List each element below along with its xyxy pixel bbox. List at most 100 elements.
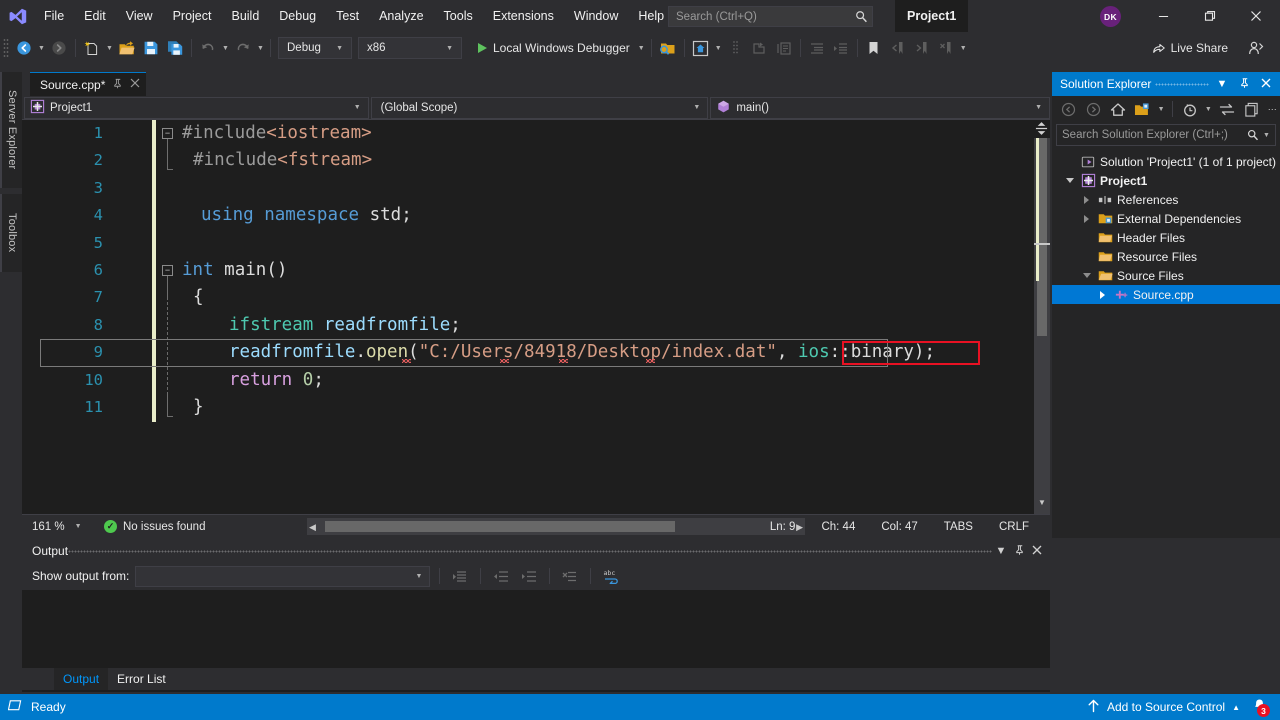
chevron-up-icon[interactable]: ▲ <box>1232 703 1240 712</box>
find-in-files-button[interactable] <box>656 36 680 60</box>
drag-grip[interactable] <box>68 540 992 562</box>
minimize-button[interactable] <box>1141 0 1186 32</box>
new-project-button[interactable] <box>80 36 104 60</box>
tree-node-header-files[interactable]: Header Files <box>1052 228 1280 247</box>
tree-node-references[interactable]: References <box>1052 190 1280 209</box>
menu-edit[interactable]: Edit <box>74 0 116 32</box>
toggle-bookmark-button[interactable] <box>862 36 886 60</box>
tree-node-resource-files[interactable]: Resource Files <box>1052 247 1280 266</box>
toolbar-overflow-icon[interactable]: ⋯ <box>1264 98 1280 120</box>
toolbar-options-icon[interactable]: ▼ <box>958 45 969 52</box>
pin-icon[interactable] <box>112 78 123 92</box>
toggle-word-wrap-button[interactable]: abc <box>600 565 622 587</box>
nav-scope-combo[interactable]: (Global Scope) ▼ <box>370 96 709 119</box>
vertical-scrollbar[interactable]: ▲ ▼ <box>1034 120 1050 514</box>
previous-message-button[interactable] <box>490 565 512 587</box>
indent-button[interactable] <box>805 36 829 60</box>
avatar[interactable]: DK <box>1100 6 1121 27</box>
add-to-source-control-button[interactable]: Add to Source Control ▲ <box>1087 699 1240 716</box>
scroll-down-arrow[interactable]: ▼ <box>1036 498 1048 510</box>
back-button[interactable] <box>1057 98 1081 120</box>
panel-menu-icon[interactable]: ▼ <box>1213 78 1231 90</box>
solution-explorer-dropdown-icon[interactable]: ▼ <box>713 45 724 52</box>
pin-icon[interactable] <box>1010 544 1028 559</box>
navigate-forward-button[interactable] <box>47 36 71 60</box>
menu-extensions[interactable]: Extensions <box>483 0 564 32</box>
show-all-files-dropdown-icon[interactable]: ▼ <box>1202 98 1214 120</box>
undo-button[interactable] <box>196 36 220 60</box>
feedback-button[interactable] <box>1244 36 1268 60</box>
vtab-server-explorer[interactable]: Server Explorer <box>0 72 22 188</box>
drag-grip[interactable] <box>1155 72 1209 96</box>
forward-button[interactable] <box>1082 98 1106 120</box>
navigate-to-definition-button[interactable] <box>748 36 772 60</box>
solution-explorer-home-button[interactable] <box>689 36 713 60</box>
next-message-button[interactable] <box>518 565 540 587</box>
status-eol[interactable]: CRLF <box>986 521 1042 533</box>
issues-indicator[interactable]: ✓ No issues found <box>104 520 205 533</box>
outlining-margin[interactable]: − − <box>162 120 182 514</box>
navigate-backward-button[interactable] <box>12 36 36 60</box>
previous-bookmark-button[interactable] <box>886 36 910 60</box>
quick-search-box[interactable] <box>668 6 873 27</box>
outdent-button[interactable] <box>829 36 853 60</box>
twisty-expanded-icon[interactable] <box>1063 178 1076 183</box>
navigate-backward-dropdown-icon[interactable]: ▼ <box>36 45 47 52</box>
show-all-files-button[interactable] <box>1178 98 1202 120</box>
close-icon[interactable] <box>130 78 140 91</box>
sync-with-active-document-button[interactable] <box>1215 98 1239 120</box>
solution-search-input[interactable] <box>1057 129 1243 141</box>
notifications-button[interactable]: 3 <box>1248 696 1270 718</box>
output-text-area[interactable] <box>22 590 1050 668</box>
menu-test[interactable]: Test <box>326 0 369 32</box>
zoom-combo[interactable]: 161 % ▼ <box>22 521 90 533</box>
horizontal-scrollbar[interactable]: ◀ ▶ <box>307 518 805 535</box>
vtab-toolbox[interactable]: Toolbox <box>0 194 22 272</box>
tree-node-source-cpp[interactable]: Source.cpp <box>1052 285 1280 304</box>
comment-selection-button[interactable] <box>772 36 796 60</box>
tab-output[interactable]: Output <box>54 668 109 690</box>
redo-button[interactable] <box>231 36 255 60</box>
hscrollbar-thumb[interactable] <box>325 521 675 532</box>
split-view-handle[interactable] <box>1032 120 1050 138</box>
nav-project-combo[interactable]: Project1 ▼ <box>24 96 369 119</box>
tree-node-project1[interactable]: Project1 <box>1052 171 1280 190</box>
save-all-button[interactable] <box>163 36 187 60</box>
start-debugging-dropdown-icon[interactable]: ▼ <box>636 45 647 52</box>
twisty-collapsed-icon[interactable] <box>1080 214 1093 223</box>
tree-node-source-files[interactable]: Source Files <box>1052 266 1280 285</box>
twisty-collapsed-icon[interactable] <box>1096 290 1109 299</box>
search-input[interactable] <box>669 10 850 23</box>
home-button[interactable] <box>1106 98 1130 120</box>
redo-dropdown-icon[interactable]: ▼ <box>255 45 266 52</box>
twisty-expanded-icon[interactable] <box>1080 273 1093 278</box>
twisty-collapsed-icon[interactable] <box>1080 195 1093 204</box>
close-icon[interactable] <box>1257 78 1275 91</box>
code-surface[interactable]: 1 2 3 4 5 6 7 8 9 10 11 − − #include<ios… <box>22 120 1050 514</box>
save-button[interactable] <box>139 36 163 60</box>
editor-tab-source-cpp[interactable]: Source.cpp* <box>30 72 147 96</box>
menu-analyze[interactable]: Analyze <box>369 0 433 32</box>
undo-dropdown-icon[interactable]: ▼ <box>220 45 231 52</box>
clear-bookmarks-button[interactable] <box>934 36 958 60</box>
start-debugging-button[interactable]: Local Windows Debugger <box>472 36 636 60</box>
close-icon[interactable] <box>1028 545 1046 558</box>
new-project-dropdown-icon[interactable]: ▼ <box>104 45 115 52</box>
pending-changes-button[interactable] <box>1131 98 1155 120</box>
show-output-from-combo[interactable]: ▼ <box>135 565 431 587</box>
close-button[interactable] <box>1233 0 1278 32</box>
next-bookmark-button[interactable] <box>910 36 934 60</box>
collapse-icon[interactable]: − <box>162 265 173 276</box>
restore-button[interactable] <box>1187 0 1232 32</box>
nav-member-combo[interactable]: main() ▼ <box>710 96 1050 119</box>
toolbar-overflow-grip[interactable] <box>724 36 748 60</box>
menu-tools[interactable]: Tools <box>434 0 483 32</box>
scroll-left-arrow[interactable]: ◀ <box>309 522 316 533</box>
toolbar-grip[interactable] <box>0 32 12 64</box>
clear-all-button[interactable] <box>559 565 581 587</box>
status-tabs[interactable]: TABS <box>931 521 986 533</box>
menu-view[interactable]: View <box>116 0 163 32</box>
live-share-button[interactable]: Live Share <box>1146 36 1234 60</box>
menu-project[interactable]: Project <box>163 0 222 32</box>
go-to-message-button[interactable] <box>449 565 471 587</box>
